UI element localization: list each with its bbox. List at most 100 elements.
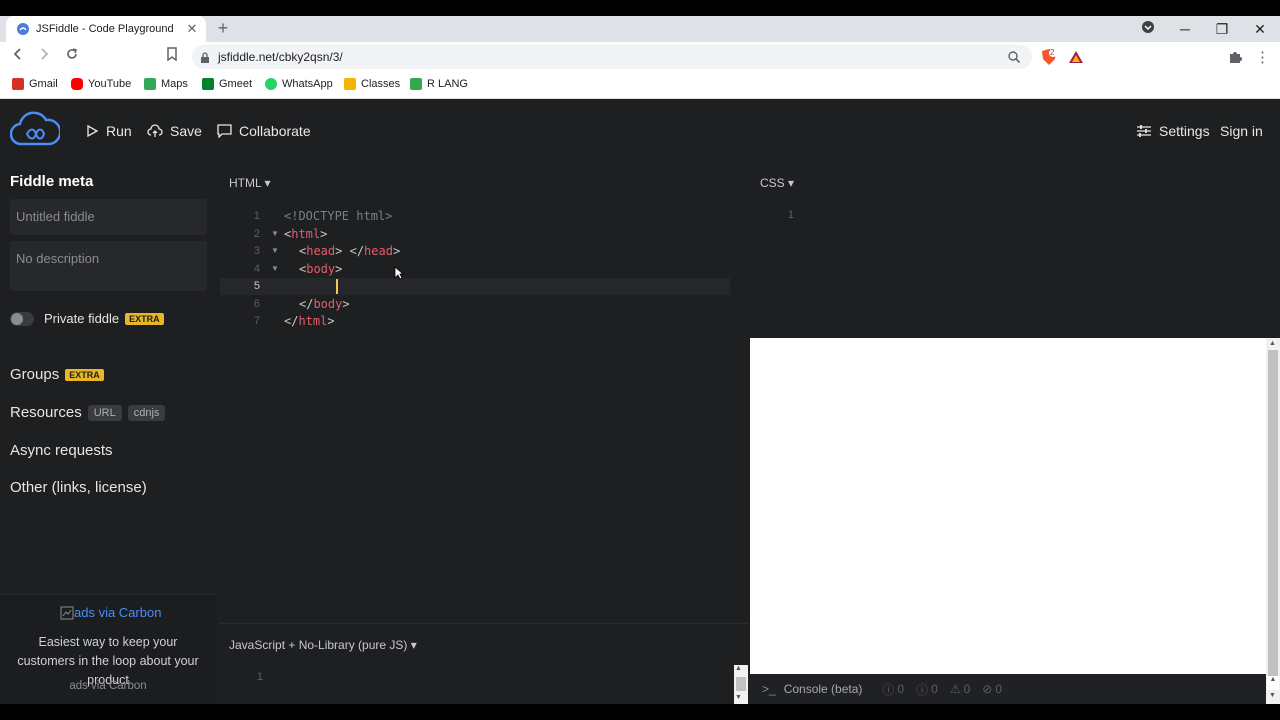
carbon-ad-label[interactable]: ads via Carbon [8, 680, 208, 692]
bookmark-youtube[interactable]: YouTube [71, 76, 131, 92]
screen-top-bar [0, 0, 1280, 16]
carbon-ad-image[interactable]: ads via Carbon [60, 605, 161, 620]
maximize-icon[interactable]: ❐ [1210, 18, 1234, 40]
brave-rewards-icon[interactable] [1068, 49, 1084, 70]
back-icon[interactable] [8, 46, 28, 66]
save-label: Save [170, 123, 202, 139]
tag-token: body [306, 261, 336, 276]
classes-icon [344, 78, 356, 90]
reload-icon[interactable] [62, 46, 82, 66]
new-tab-icon[interactable]: + [213, 18, 233, 38]
html-code[interactable]: <!DOCTYPE html> <html> <head> </head> <b… [284, 208, 400, 331]
groups-item[interactable]: Groups EXTRA [10, 366, 104, 383]
bookmark-icon[interactable] [162, 46, 182, 66]
tab-search-icon[interactable] [1136, 18, 1160, 40]
browser-menu-icon[interactable]: ⋮ [1255, 48, 1270, 66]
forward-icon[interactable] [34, 46, 54, 66]
info-icon: ⓘ [882, 682, 895, 697]
scroll-up-icon[interactable]: ▲ [1269, 340, 1276, 347]
scroll-up-icon[interactable]: ▲ [1267, 676, 1279, 690]
jsfiddle-favicon-icon [17, 23, 29, 35]
count: 0 [897, 682, 905, 696]
extensions-icon[interactable] [1227, 49, 1243, 70]
scroll-down-icon[interactable]: ▼ [735, 694, 742, 701]
js-editor-panel[interactable] [219, 623, 749, 705]
console-info-count: ⓘ 0 [882, 681, 904, 698]
count: 0 [963, 682, 971, 696]
private-fiddle-toggle-row[interactable]: Private fiddle EXTRA [10, 311, 164, 326]
bookmark-gmeet[interactable]: Gmeet [202, 76, 252, 92]
shield-count: 2 [1050, 48, 1055, 57]
log-icon: ⊘ [982, 682, 993, 696]
scroll-thumb[interactable] [1268, 350, 1278, 676]
code-line: <body> [284, 261, 400, 279]
bookmark-r-lang[interactable]: R LANG [410, 76, 468, 92]
result-scrollbar[interactable]: ▲ ▲ ▼ [1266, 338, 1280, 704]
scroll-thumb[interactable] [736, 677, 746, 691]
resources-label: Resources [10, 404, 82, 421]
back-arrow-icon [13, 48, 21, 60]
bookmark-classes[interactable]: Classes [344, 76, 400, 92]
carbon-ad-image-alt: ads via Carbon [74, 605, 162, 620]
tag-token: html [298, 314, 328, 328]
cdnjs-badge[interactable]: cdnjs [127, 404, 166, 421]
console-bar[interactable]: >_ Console (beta) ⓘ 0 ⓘ 0 ⚠ 0 ⊘ 0 [750, 674, 1266, 704]
bookmarks-bar [0, 72, 1280, 99]
scroll-up-icon[interactable]: ▲ [735, 665, 742, 672]
punc-token: > [392, 244, 401, 258]
groups-label: Groups [10, 366, 60, 383]
magnifier-icon [1008, 51, 1021, 64]
fiddle-description-input[interactable]: No description [10, 241, 207, 291]
text-cursor [336, 279, 338, 294]
minimize-icon[interactable]: ─ [1173, 18, 1197, 40]
async-requests-item[interactable]: Async requests [10, 442, 113, 459]
puzzle-icon [1230, 52, 1242, 63]
line-number: 5 [253, 280, 260, 292]
punc-token: </ [299, 296, 314, 311]
fiddle-name-input[interactable]: Untitled fiddle [10, 199, 207, 235]
css-editor-panel[interactable] [750, 162, 1280, 338]
bookmark-label: WhatsApp [282, 78, 333, 90]
fold-arrow-icon[interactable]: ▼ [271, 264, 279, 273]
html-panel-label[interactable]: HTML ▾ [229, 176, 271, 190]
run-button[interactable]: Run [85, 121, 132, 141]
collaborate-button[interactable]: Collaborate [217, 121, 311, 141]
close-tab-icon[interactable]: ✕ [184, 21, 200, 37]
url-text[interactable]: jsfiddle.net/cbky2qsn/3/ [218, 48, 343, 66]
code-line: </html> [284, 313, 400, 331]
line-number: 7 [253, 315, 260, 327]
scroll-down-icon[interactable]: ▼ [1269, 692, 1276, 699]
browser-tab[interactable]: JSFiddle - Code Playground ✕ [6, 16, 206, 42]
js-panel-label[interactable]: JavaScript + No-Library (pure JS) ▾ [229, 638, 417, 652]
mouse-pointer-icon [394, 266, 405, 285]
bookmark-label: Maps [161, 78, 188, 90]
console-label[interactable]: Console (beta) [784, 682, 863, 696]
zoom-icon[interactable] [1007, 50, 1021, 69]
count: 0 [931, 682, 938, 696]
other-links-item[interactable]: Other (links, license) [10, 479, 147, 496]
sign-in-button[interactable]: Sign in [1220, 121, 1263, 141]
result-frame[interactable] [750, 338, 1266, 674]
shield-icon [1042, 49, 1057, 65]
fold-arrow-icon[interactable]: ▼ [271, 229, 279, 238]
bookmark-maps[interactable]: Maps [144, 76, 188, 92]
url-badge[interactable]: URL [87, 404, 122, 421]
tag-token: body [313, 296, 343, 311]
js-scrollbar[interactable]: ▲ ▼ [734, 665, 748, 704]
prompt-icon: >_ [762, 682, 776, 696]
lock-icon[interactable] [200, 51, 210, 69]
error-icon: ⓘ [916, 682, 929, 697]
bookmark-whatsapp[interactable]: WhatsApp [265, 76, 333, 92]
css-panel-label[interactable]: CSS ▾ [760, 176, 794, 190]
save-button[interactable]: Save [147, 121, 202, 141]
close-window-icon[interactable]: ✕ [1248, 18, 1272, 40]
sliders-icon [1137, 125, 1151, 137]
private-toggle[interactable] [10, 311, 34, 326]
fold-arrow-icon[interactable]: ▼ [271, 246, 279, 255]
brave-shield-icon[interactable]: 2 [1040, 48, 1058, 71]
jsfiddle-logo-icon[interactable] [9, 110, 62, 155]
settings-button[interactable]: Settings [1136, 121, 1210, 141]
forward-arrow-icon [41, 48, 49, 60]
resources-item[interactable]: Resources URL cdnjs [10, 404, 166, 421]
bookmark-gmail[interactable]: Gmail [12, 76, 58, 92]
